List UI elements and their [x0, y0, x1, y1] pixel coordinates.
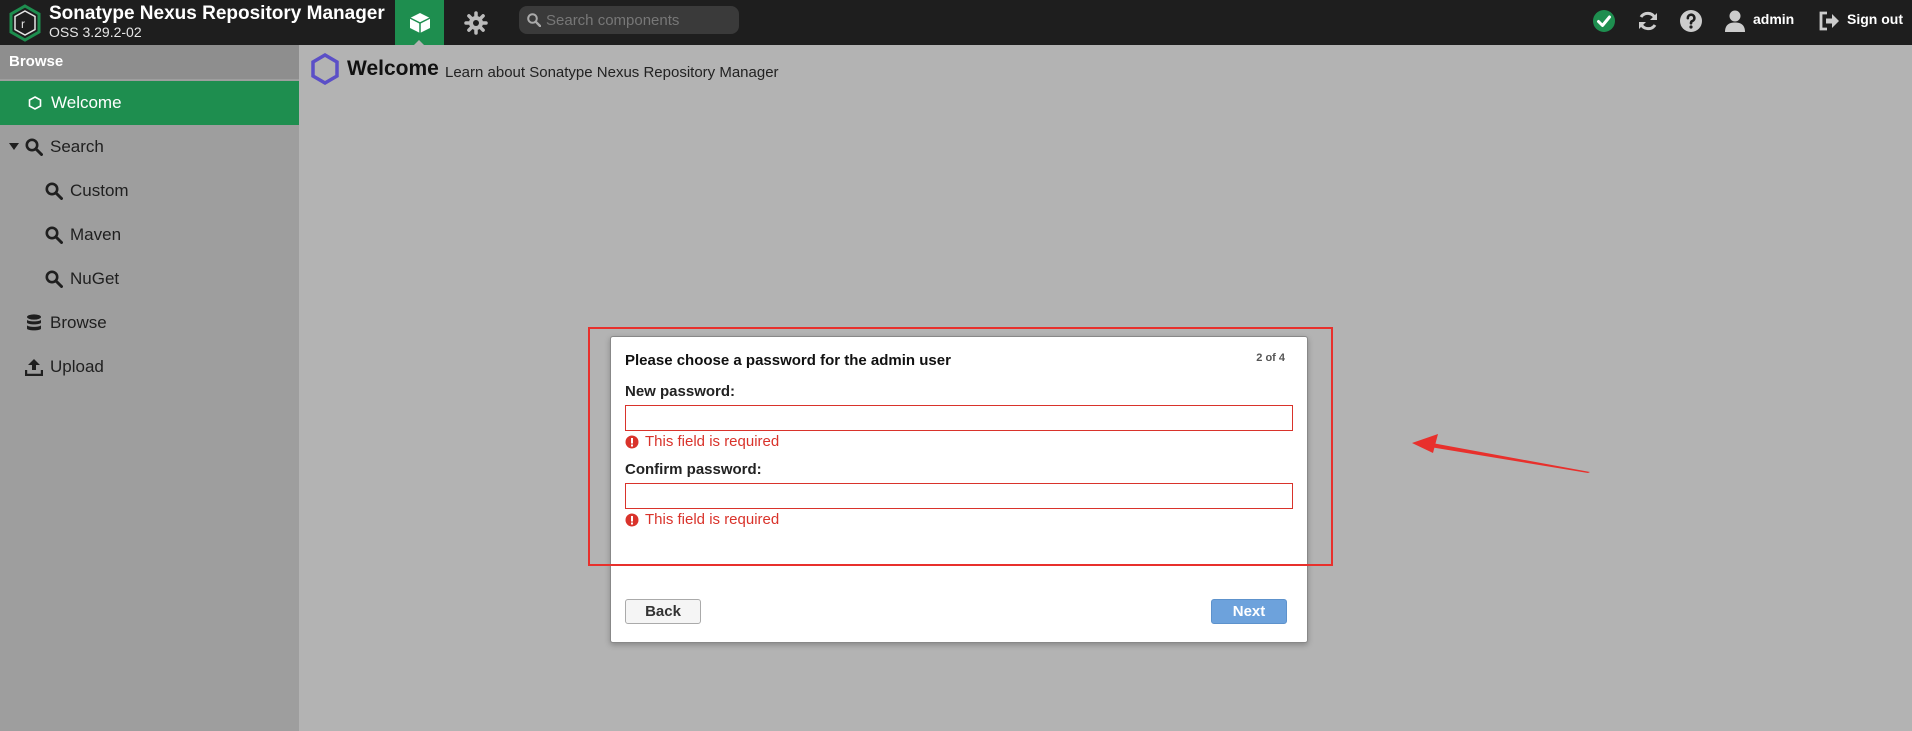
exclamation-circle-icon	[625, 435, 639, 448]
sidebar-item-label: NuGet	[70, 269, 120, 288]
user-icon	[1725, 10, 1745, 32]
sidebar-item-label: Custom	[70, 181, 129, 200]
new-password-label: New password:	[625, 383, 736, 400]
search-input[interactable]	[546, 9, 731, 31]
help-button[interactable]	[1678, 8, 1704, 34]
sidebar-item-label: Welcome	[51, 93, 122, 112]
signout-label[interactable]: Sign out	[1847, 11, 1903, 27]
confirm-password-error: This field is required	[625, 511, 779, 528]
app-version: OSS 3.29.2-02	[49, 24, 142, 40]
svg-text:r: r	[21, 17, 25, 31]
sidebar-item-label: Browse	[50, 313, 107, 332]
gear-icon	[463, 10, 488, 35]
refresh-icon	[1639, 11, 1657, 31]
search-icon	[44, 225, 64, 245]
search-icon	[24, 137, 44, 157]
new-password-field[interactable]	[625, 405, 1293, 431]
sidebar-item-custom[interactable]: Custom	[0, 169, 299, 213]
sidebar-item-search[interactable]: Search	[0, 125, 299, 169]
setup-dialog: Please choose a password for the admin u…	[610, 336, 1308, 643]
database-icon	[24, 313, 44, 333]
sidebar-item-welcome[interactable]: Welcome	[0, 81, 299, 125]
sidebar-item-label: Maven	[70, 225, 122, 244]
welcome-hexagon-icon	[311, 53, 339, 85]
error-text: This field is required	[645, 511, 780, 528]
nexus-logo-icon[interactable]: r	[8, 4, 42, 42]
exclamation-circle-icon	[625, 513, 639, 526]
username-label[interactable]: admin	[1753, 11, 1794, 27]
upload-icon	[24, 357, 44, 377]
page-title: Welcome	[347, 57, 439, 80]
user-button[interactable]	[1722, 8, 1748, 34]
error-text: This field is required	[645, 433, 780, 450]
refresh-button[interactable]	[1635, 8, 1661, 34]
page-subtitle: Learn about Sonatype Nexus Repository Ma…	[445, 64, 779, 81]
browse-mode-button[interactable]	[395, 0, 444, 46]
question-circle-icon	[1680, 10, 1702, 32]
search-icon	[44, 269, 64, 289]
sidebar-item-browse[interactable]: Browse	[0, 301, 299, 345]
confirm-password-field[interactable]	[625, 483, 1293, 509]
search-icon	[44, 181, 64, 201]
new-password-error: This field is required	[625, 433, 779, 450]
step-indicator: 2 of 4	[1256, 352, 1285, 364]
sidebar: Browse Welcome Search Custom Maven NuGet	[0, 45, 299, 731]
admin-mode-button[interactable]	[451, 0, 500, 45]
back-button[interactable]: Back	[625, 599, 701, 624]
sidebar-item-label: Upload	[50, 357, 104, 376]
hexagon-icon	[25, 93, 45, 113]
sidebar-item-label: Search	[50, 137, 104, 156]
sidebar-item-upload[interactable]: Upload	[0, 345, 299, 389]
app-title: Sonatype Nexus Repository Manager	[49, 3, 385, 24]
caret-down-icon[interactable]	[8, 137, 20, 157]
next-button[interactable]: Next	[1211, 599, 1287, 624]
top-bar: r Sonatype Nexus Repository Manager OSS …	[0, 0, 1912, 46]
system-status-button[interactable]	[1591, 8, 1617, 34]
check-circle-icon	[1593, 10, 1615, 32]
cube-icon	[409, 12, 430, 33]
search-box	[519, 6, 739, 34]
search-icon	[527, 13, 541, 27]
sidebar-item-nuget[interactable]: NuGet	[0, 257, 299, 301]
sign-out-icon	[1819, 11, 1839, 31]
signout-button[interactable]	[1816, 8, 1842, 34]
dialog-title: Please choose a password for the admin u…	[625, 352, 951, 369]
confirm-password-label: Confirm password:	[625, 461, 762, 478]
sidebar-header: Browse	[0, 45, 299, 79]
sidebar-item-maven[interactable]: Maven	[0, 213, 299, 257]
